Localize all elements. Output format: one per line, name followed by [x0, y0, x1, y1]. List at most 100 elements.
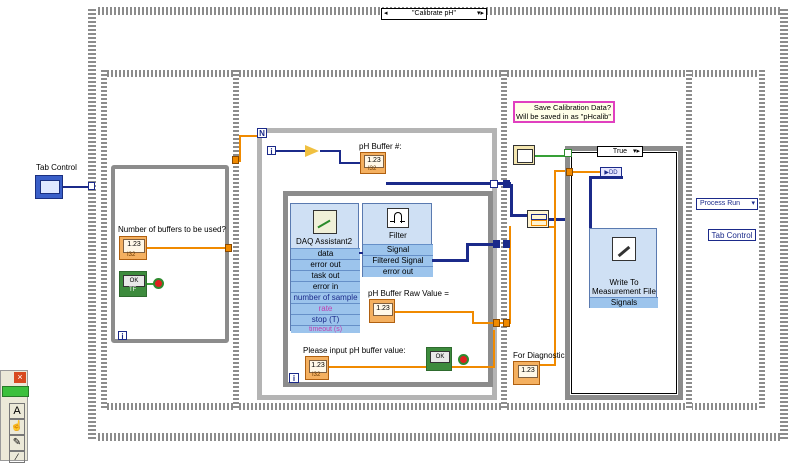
- increment-wire-a: [320, 150, 340, 152]
- write-file-title-2: Measurement File: [591, 287, 657, 296]
- build-array-wire-a: [510, 184, 513, 216]
- filter-item-filtered-signal[interactable]: Filtered Signal: [363, 255, 433, 266]
- buffers-numeric-type: I32: [127, 252, 136, 258]
- save-comment-line-1: Save Calibration Data?: [533, 103, 611, 112]
- tools-palette-status-bar: [2, 386, 29, 397]
- sequence-frame-divider-1: [233, 70, 239, 410]
- hand-tool-icon[interactable]: ☝: [9, 419, 25, 435]
- raw-value-wire-c: [472, 311, 474, 324]
- ok-button-inner-terminal[interactable]: OK: [426, 347, 452, 371]
- tab-control-wire: [63, 186, 91, 188]
- process-run-property-node[interactable]: Process Run ▾: [696, 198, 758, 210]
- case-wire-c: [589, 176, 623, 179]
- input-label: Please input pH buffer value:: [303, 346, 406, 355]
- write-file-title-1: Write To: [609, 278, 639, 287]
- inner-stop-condition-icon[interactable]: [458, 354, 469, 365]
- tab-control-icon: [40, 180, 60, 194]
- pencil-tool-icon[interactable]: ✎: [9, 435, 25, 451]
- process-run-arrow[interactable]: ▾: [751, 199, 755, 209]
- true-case-arrows[interactable]: ▾▸: [633, 147, 640, 157]
- daq-item-data[interactable]: data: [291, 248, 360, 259]
- daq-item-number-of-samples[interactable]: number of sample: [291, 292, 360, 303]
- text-tool-icon[interactable]: A: [9, 403, 25, 419]
- write-file-item-signals[interactable]: Signals: [590, 297, 658, 308]
- save-comment-line-2: Will be saved in as "pHcalib": [516, 112, 611, 121]
- daq-item-error-in[interactable]: error in: [291, 281, 360, 292]
- save-dialog-vi[interactable]: [513, 145, 535, 165]
- filter-item-error-out[interactable]: error out: [363, 266, 433, 277]
- count-wire-c: [239, 135, 257, 137]
- buffers-tunnel: [225, 244, 232, 252]
- filter-vi[interactable]: Filter Signal Filtered Signal error out: [362, 203, 433, 277]
- diagnostics-wire-b: [554, 170, 556, 365]
- daq-to-filter-wire: [359, 252, 363, 254]
- raw-value-label: pH Buffer Raw Value =: [368, 289, 449, 298]
- raw-value-display: 1.23: [373, 303, 393, 316]
- stop-condition-icon[interactable]: [153, 278, 164, 289]
- save-comment: Save Calibration Data? Will be saved in …: [513, 101, 615, 123]
- tab-control-label: Tab Control: [36, 163, 77, 172]
- tab-control-terminal[interactable]: [35, 175, 63, 199]
- outer-case-right-border: [780, 7, 788, 441]
- buffers-wire: [147, 247, 226, 249]
- sequence-tunnel-b: [503, 240, 510, 248]
- daq-assistant[interactable]: DAQ Assistant2 data error out task out e…: [290, 203, 360, 333]
- diagnostics-display: 1.23: [518, 365, 538, 378]
- count-wire-b: [239, 135, 241, 162]
- case-selector-value: "Calibrate pH": [412, 10, 456, 17]
- sequence-tunnel-c: [503, 319, 510, 327]
- case-selector-right-arrow[interactable]: ▾▸: [477, 9, 484, 19]
- loop-out-tunnel: [490, 180, 498, 188]
- filtered-signal-tunnel: [493, 240, 500, 248]
- iteration-wire: [276, 150, 306, 152]
- case-data-tunnel: [566, 168, 573, 176]
- filter-title: Filter: [389, 231, 407, 240]
- daq-item-timeout[interactable]: timeout (s): [291, 325, 360, 333]
- write-measurement-file[interactable]: Write To Measurement File Signals: [589, 228, 658, 308]
- daq-item-rate[interactable]: rate: [291, 303, 360, 314]
- build-array-node[interactable]: [527, 210, 549, 228]
- for-loop-count-terminal: N: [257, 128, 267, 138]
- increment-node[interactable]: [305, 145, 319, 157]
- true-case-selector[interactable]: True ▾▸: [597, 146, 643, 157]
- brush-tool-icon[interactable]: ⁄: [9, 451, 25, 463]
- sequence-tunnel-a: [503, 180, 510, 188]
- case-selector[interactable]: ◂ "Calibrate pH" ▾▸: [381, 8, 487, 20]
- diagnostics-wire-c: [540, 364, 556, 366]
- daq-item-stop[interactable]: stop (T): [291, 314, 360, 325]
- tab-control-reference[interactable]: Tab Control: [708, 229, 756, 241]
- outer-case-left-border: [88, 7, 96, 441]
- save-dialog-icon: [517, 149, 533, 163]
- case-selector-left-arrow[interactable]: ◂: [384, 9, 388, 19]
- ph-input-wire-b: [493, 330, 495, 368]
- buffers-label: Number of buffers to be used?: [118, 225, 226, 234]
- diagnostics-indicator[interactable]: 1.23: [513, 361, 540, 385]
- ph-buffer-indicator[interactable]: 1.23 I32: [360, 152, 386, 174]
- sequence-left-border: [101, 70, 107, 410]
- sequence-top-border: [101, 70, 765, 77]
- inner-while-iteration-terminal: i: [289, 373, 299, 383]
- buffers-numeric-display: 1.23: [123, 239, 145, 253]
- ok-button-terminal[interactable]: OK TF: [119, 271, 147, 297]
- filtered-signal-wire-c: [466, 243, 496, 246]
- daq-item-error-out[interactable]: error out: [291, 259, 360, 270]
- buffers-numeric-control[interactable]: 1.23 I32: [119, 236, 147, 260]
- true-case-value: True: [612, 148, 628, 155]
- filtered-signal-wire-a: [432, 259, 468, 262]
- for-loop-iteration-terminal: i: [267, 146, 276, 156]
- case-wire-a: [573, 171, 601, 173]
- ph-input-control[interactable]: 1.23 I32: [305, 356, 329, 380]
- ok-button-face: OK: [123, 275, 145, 287]
- tools-palette-close-icon[interactable]: ×: [14, 372, 26, 383]
- process-run-value: Process Run: [700, 200, 741, 207]
- ph-input-type: I32: [312, 372, 321, 378]
- sequence-right-border: [759, 70, 765, 410]
- case-selector-terminal: [564, 149, 572, 157]
- raw-value-indicator[interactable]: 1.23: [369, 299, 395, 323]
- filter-icon: [387, 208, 409, 228]
- daq-item-task-out[interactable]: task out: [291, 270, 360, 281]
- increment-wire-c: [339, 162, 361, 164]
- daq-assistant-title: DAQ Assistant2: [296, 237, 353, 246]
- ph-input-wire-a: [329, 366, 494, 368]
- filter-item-signal[interactable]: Signal: [363, 244, 433, 255]
